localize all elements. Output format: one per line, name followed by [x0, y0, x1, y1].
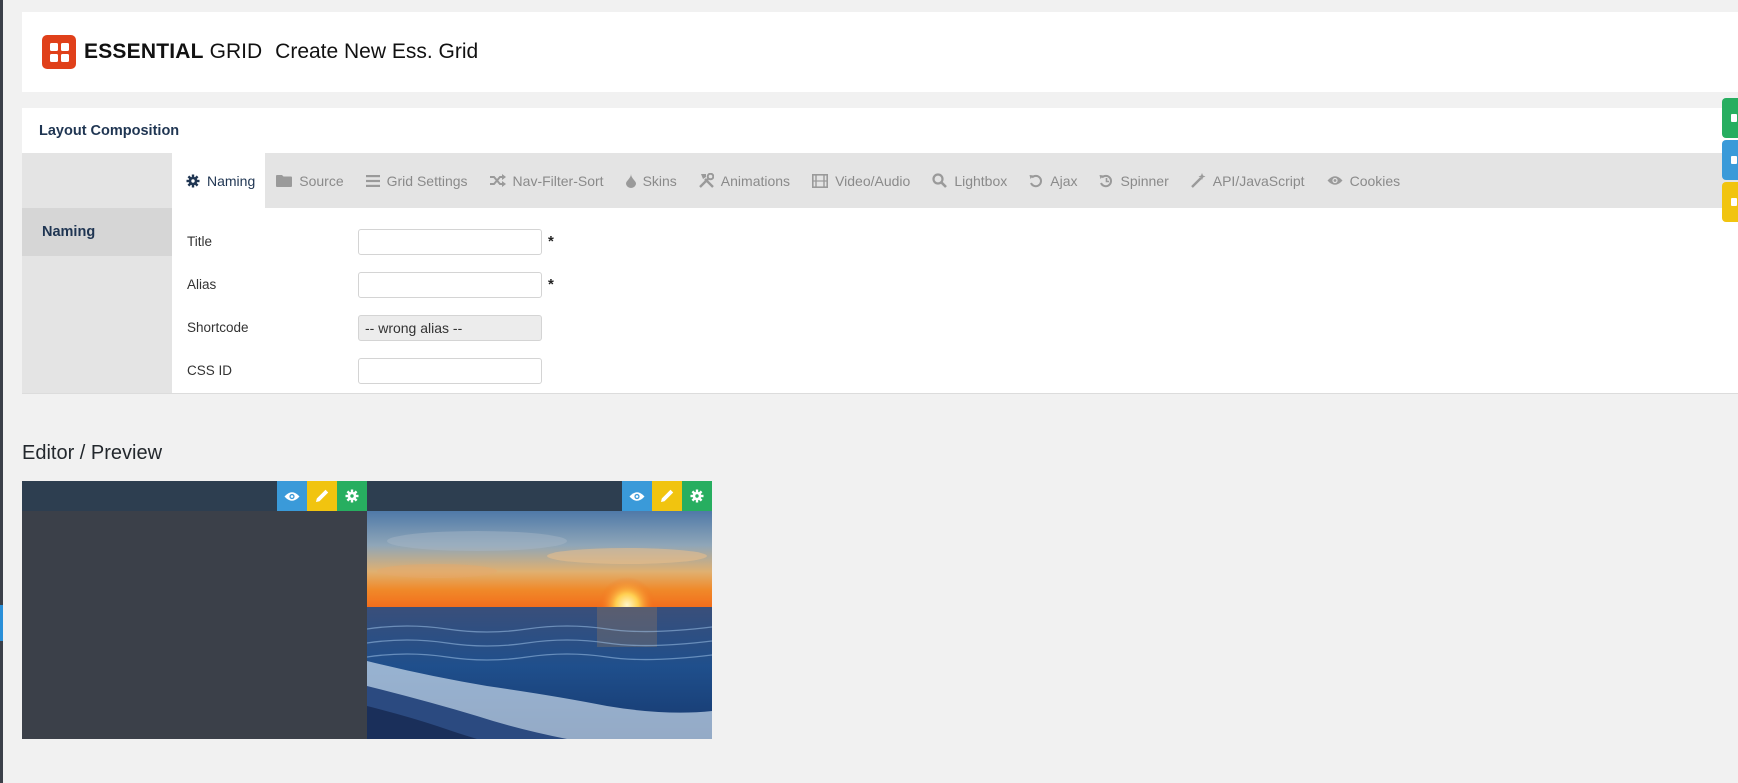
- refresh-icon: [1029, 174, 1043, 187]
- right-edge-help-button[interactable]: [1722, 182, 1738, 222]
- tab-animations[interactable]: Animations: [688, 153, 801, 208]
- shuffle-icon: [489, 174, 506, 187]
- tab-label: Source: [299, 172, 344, 189]
- shortcode-row: Shortcode: [187, 306, 554, 349]
- left-edge-handle[interactable]: [0, 605, 3, 641]
- panel-title: Layout Composition: [39, 123, 180, 139]
- tab-lightbox[interactable]: Lightbox: [921, 153, 1018, 208]
- alias-row: Alias *: [187, 263, 554, 306]
- eye-icon[interactable]: [622, 481, 652, 511]
- magic-wand-icon: [1190, 173, 1206, 188]
- shortcode-label: Shortcode: [187, 320, 249, 335]
- brand-name-light: GRID: [209, 40, 263, 63]
- tab-cookies[interactable]: Cookies: [1316, 153, 1412, 208]
- right-edge-preview-button[interactable]: [1722, 140, 1738, 180]
- pencil-icon[interactable]: [307, 481, 337, 511]
- tab-grid-settings[interactable]: Grid Settings: [355, 153, 479, 208]
- tab-naming[interactable]: Naming: [172, 153, 266, 208]
- sidebar-item-naming[interactable]: Naming: [22, 208, 172, 256]
- page-title: Create New Ess. Grid: [275, 40, 479, 63]
- tab-bar: Naming Source Grid Settings Nav-Filter-S…: [22, 153, 1738, 208]
- tab-spinner[interactable]: Spinner: [1088, 153, 1179, 208]
- tab-label: Nav-Filter-Sort: [512, 172, 604, 189]
- tab-label: Spinner: [1120, 172, 1169, 189]
- card-toolbar: [367, 481, 712, 511]
- tab-label: Ajax: [1050, 172, 1078, 189]
- title-row: Title *: [187, 220, 554, 263]
- shortcode-field[interactable]: [358, 314, 542, 341]
- tab-skins[interactable]: Skins: [615, 153, 688, 208]
- tab-label: Cookies: [1349, 172, 1401, 189]
- cssid-row: CSS ID: [187, 349, 554, 392]
- grid-item-card[interactable]: [22, 481, 367, 739]
- grid-item-card[interactable]: [367, 481, 712, 739]
- tools-icon: [698, 173, 714, 188]
- tab-label: Naming: [207, 172, 256, 189]
- sunset-ocean-image: [367, 511, 712, 739]
- layout-composition-panel: Layout Composition Naming Source Grid Se…: [22, 108, 1738, 394]
- card-empty-body: [22, 511, 367, 739]
- pencil-icon[interactable]: [652, 481, 682, 511]
- gear-icon: [186, 174, 200, 187]
- settings-sidebar: Naming: [22, 208, 172, 393]
- tab-source[interactable]: Source: [265, 153, 354, 208]
- tab-label: API/JavaScript: [1212, 172, 1305, 189]
- essential-grid-logo-icon: [42, 35, 76, 69]
- naming-form: Title * Alias * Shortcode CSS ID: [187, 220, 554, 392]
- alias-input[interactable]: [358, 271, 542, 298]
- gear-icon[interactable]: [337, 481, 367, 511]
- cssid-input[interactable]: [358, 357, 542, 384]
- tab-label: Lightbox: [954, 172, 1008, 189]
- title-label: Title: [187, 234, 213, 249]
- tab-nav-filter-sort[interactable]: Nav-Filter-Sort: [479, 153, 615, 208]
- left-edge-bar: [0, 0, 3, 783]
- required-mark: *: [548, 233, 554, 250]
- tab-api-javascript[interactable]: API/JavaScript: [1180, 153, 1316, 208]
- editor-preview-title: Editor / Preview: [22, 442, 163, 464]
- right-edge-save-button[interactable]: [1722, 98, 1738, 138]
- tab-label: Animations: [720, 172, 791, 189]
- eye-icon: [1327, 176, 1343, 185]
- required-mark: *: [548, 276, 554, 293]
- eye-icon[interactable]: [277, 481, 307, 511]
- card-toolbar: [22, 481, 367, 511]
- folder-icon: [276, 175, 293, 187]
- gear-icon[interactable]: [682, 481, 712, 511]
- drop-icon: [625, 173, 636, 188]
- tab-label: Skins: [642, 172, 677, 189]
- film-icon: [812, 173, 829, 188]
- tab-video-audio[interactable]: Video/Audio: [801, 153, 921, 208]
- tab-ajax[interactable]: Ajax: [1018, 153, 1088, 208]
- menu-icon: [365, 174, 380, 187]
- tab-label: Video/Audio: [835, 172, 911, 189]
- brand-name-strong: ESSENTIAL: [84, 40, 204, 63]
- search-icon: [932, 173, 948, 188]
- page-header: ESSENTIAL GRID Create New Ess. Grid: [22, 12, 1738, 92]
- alias-label: Alias: [187, 277, 217, 292]
- history-icon: [1099, 174, 1113, 187]
- cssid-label: CSS ID: [187, 363, 233, 378]
- tab-label: Grid Settings: [386, 172, 468, 189]
- title-input[interactable]: [358, 228, 542, 255]
